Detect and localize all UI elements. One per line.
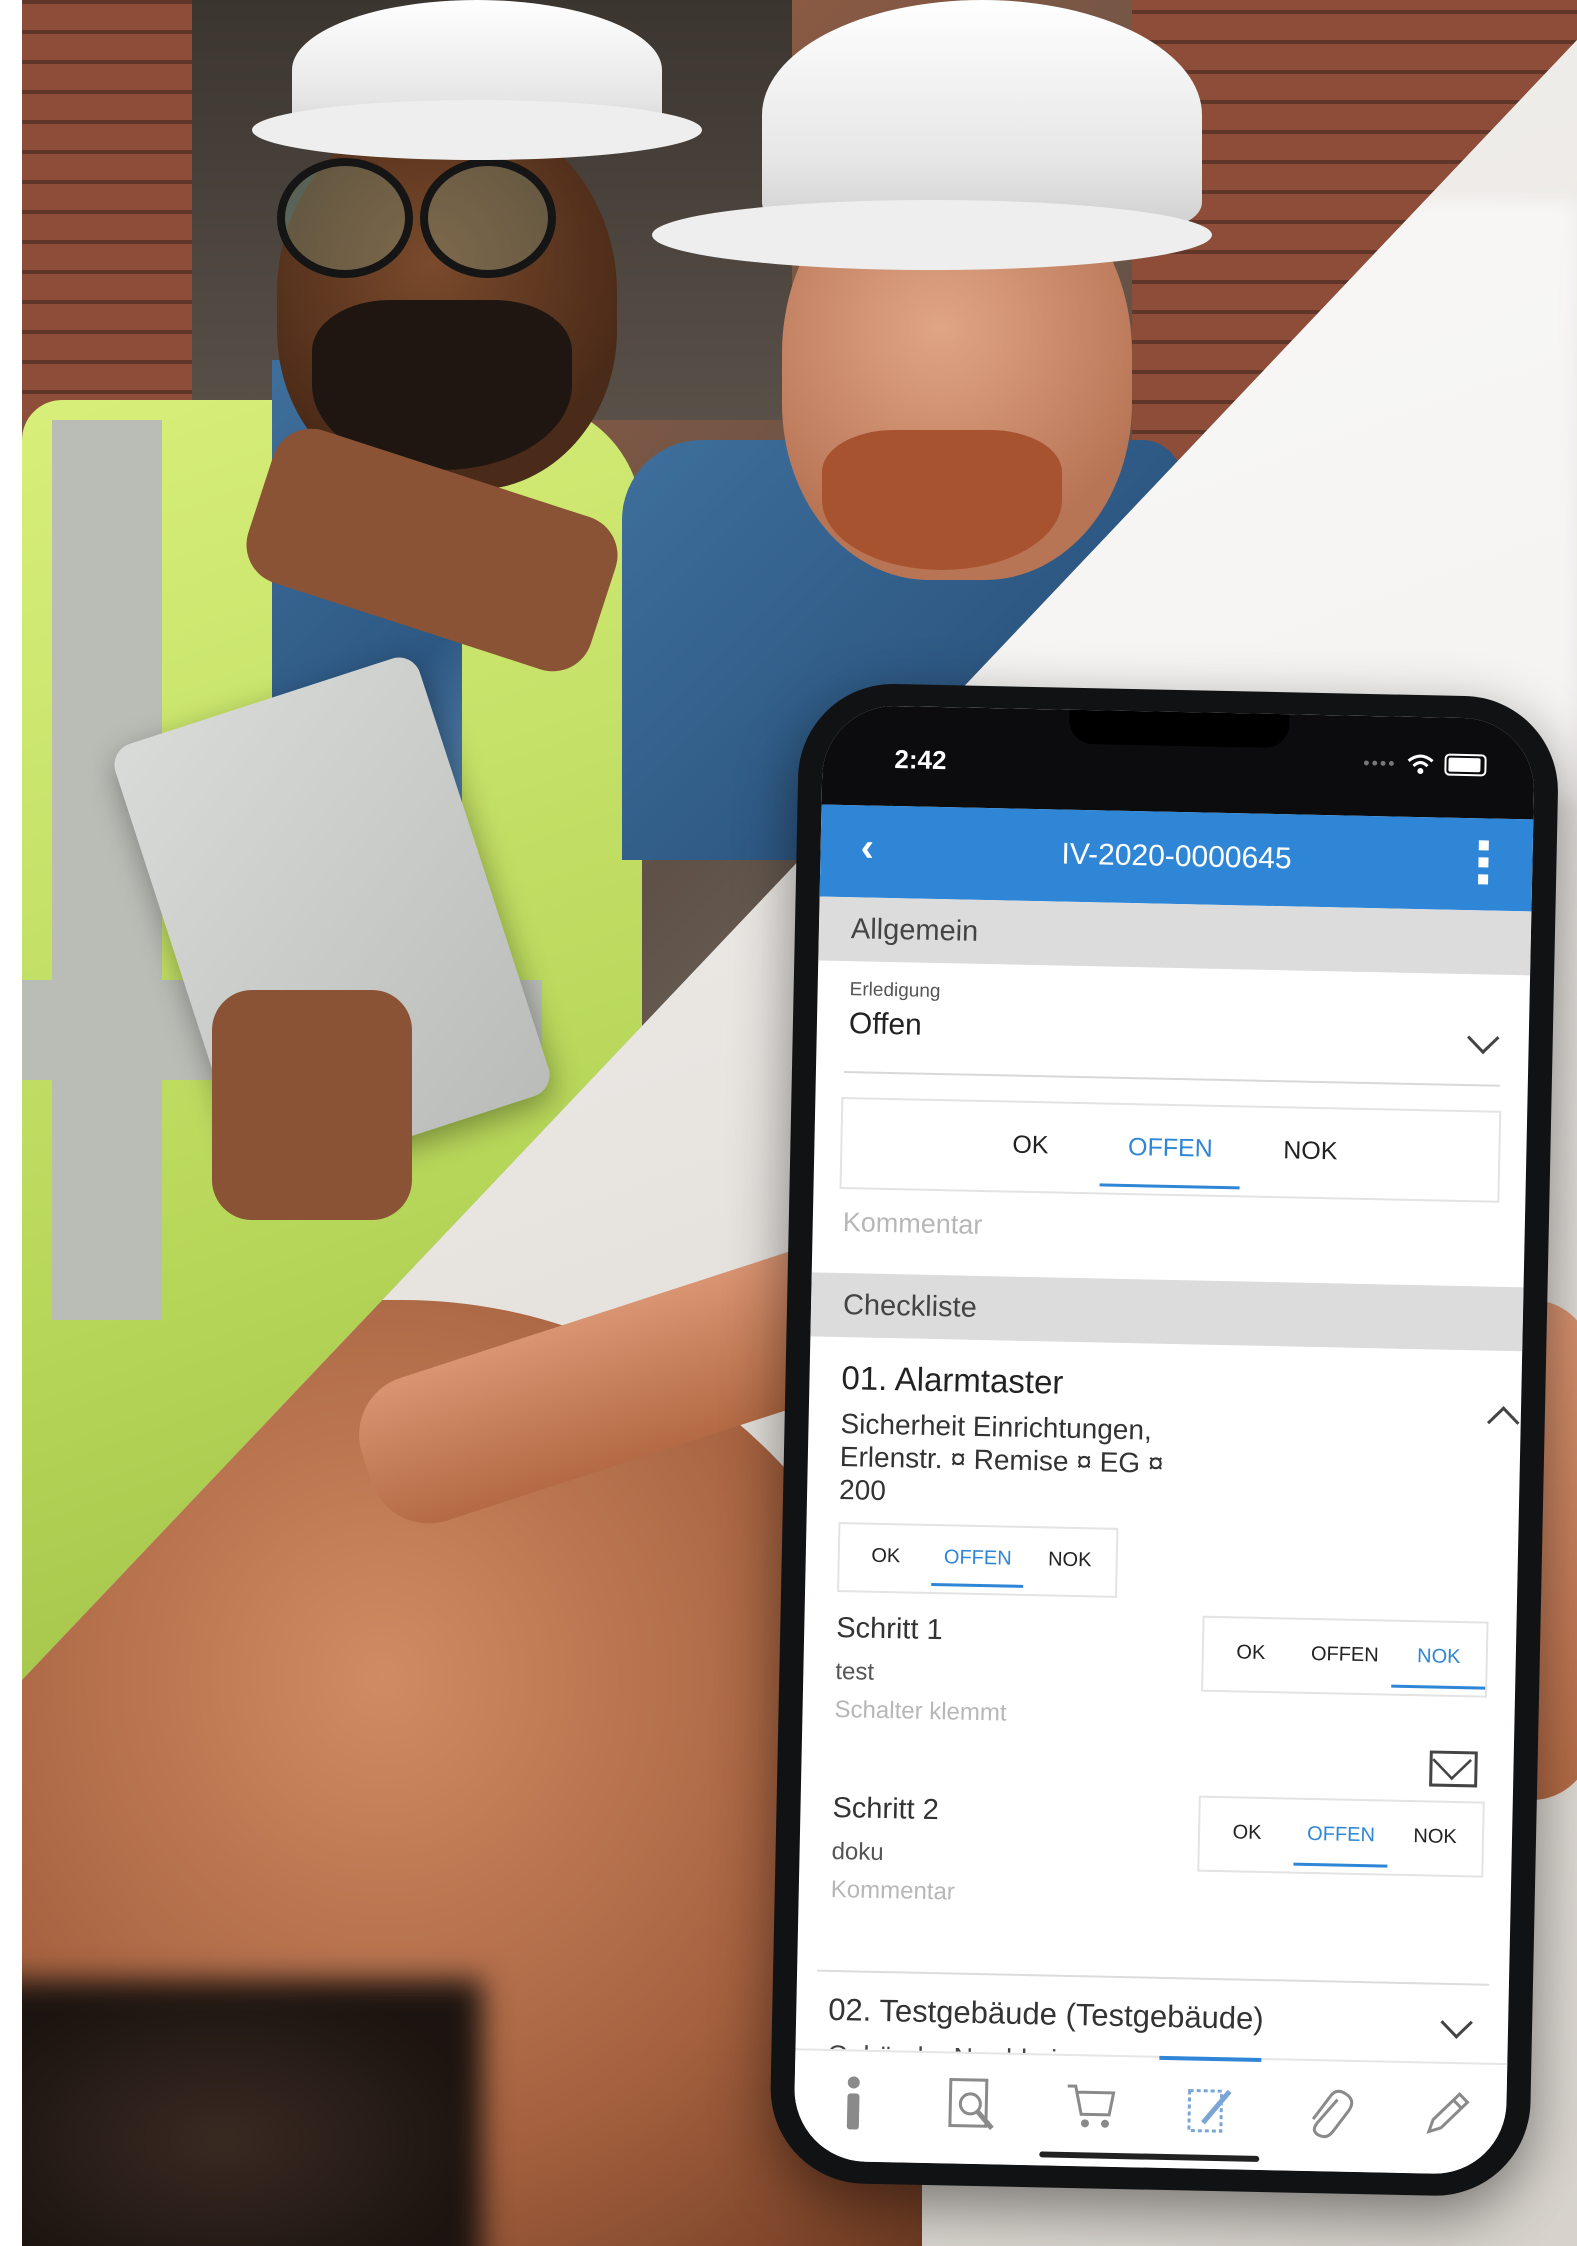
cart-icon[interactable]: [1059, 2080, 1122, 2143]
smartphone: 2:42 •••• ‹ IV-2020-0000645 Allgemein Er…: [768, 682, 1560, 2198]
segment-offen[interactable]: OFFEN: [931, 1526, 1024, 1594]
hand-holding-tablet: [212, 990, 412, 1220]
left-margin: [0, 0, 22, 2246]
hard-hat: [762, 0, 1202, 230]
item-segmented-control: OK OFFEN NOK: [837, 1522, 1119, 1598]
wifi-icon: [1407, 754, 1434, 775]
status-bar: 2:42 ••••: [821, 704, 1536, 820]
checklist-item[interactable]: 01. Alarmtaster Sicherheit Einrichtungen…: [805, 1336, 1522, 1606]
battery-icon: [1444, 753, 1487, 777]
comment-field[interactable]: Kommentar: [812, 1188, 1526, 1287]
step-description: doku: [831, 1837, 884, 1867]
step-comment[interactable]: Kommentar: [831, 1876, 956, 1907]
erledigung-value: Offen: [848, 1007, 923, 1042]
status-segmented-control: OK OFFEN NOK: [839, 1096, 1502, 1203]
checklist-edit-icon[interactable]: [1178, 2082, 1241, 2145]
segment-offen[interactable]: OFFEN: [1293, 1800, 1388, 1874]
step-comment[interactable]: Schalter klemmt: [834, 1696, 1007, 1728]
vest-reflective-strip: [52, 420, 162, 1320]
phone-screen: 2:42 •••• ‹ IV-2020-0000645 Allgemein Er…: [793, 704, 1536, 2176]
beard: [822, 430, 1062, 570]
blurred-foreground: [22, 1980, 482, 2246]
pencil-icon[interactable]: [1415, 2087, 1478, 2150]
chevron-up-icon[interactable]: [1486, 1406, 1520, 1439]
form-content: Allgemein Erledigung Offen OK OFFEN NOK …: [795, 896, 1532, 2065]
checklist-item-location: Sicherheit Einrichtungen, Erlenstr. ¤ Re…: [838, 1408, 1164, 1507]
mail-icon[interactable]: [1429, 1750, 1478, 1788]
chevron-down-icon: [1467, 1021, 1500, 1055]
record-title: IV-2020-0000645: [1061, 837, 1292, 876]
hard-hat-brim: [652, 200, 1212, 270]
checklist-item-title: 01. Alarmtaster: [841, 1359, 1064, 1401]
segment-ok[interactable]: OK: [959, 1102, 1101, 1193]
erledigung-select[interactable]: Erledigung Offen: [843, 961, 1503, 1087]
step-segmented-control: OK OFFEN NOK: [1201, 1615, 1489, 1698]
step-description: test: [835, 1658, 875, 1686]
brick-wall-left: [22, 0, 192, 420]
notch: [1068, 709, 1290, 749]
status-time: 2:42: [894, 744, 947, 776]
step-row: Schritt 2 doku Kommentar OK OFFEN NOK: [798, 1771, 1514, 1966]
segment-nok[interactable]: NOK: [1239, 1107, 1381, 1198]
step-segmented-control: OK OFFEN NOK: [1197, 1795, 1485, 1878]
erledigung-label: Erledigung: [849, 979, 941, 1003]
checklist-item-title: 02. Testgebäude (Testgebäude): [827, 1991, 1265, 2037]
segment-nok[interactable]: NOK: [1391, 1622, 1486, 1696]
segment-ok[interactable]: OK: [1199, 1798, 1294, 1872]
signal-icon: ••••: [1363, 752, 1397, 774]
segment-nok[interactable]: NOK: [1023, 1528, 1116, 1596]
segment-offen[interactable]: OFFEN: [1297, 1620, 1392, 1694]
status-icons: ••••: [1363, 752, 1487, 777]
step-row: Schritt 1 test Schalter klemmt OK OFFEN …: [801, 1591, 1517, 1788]
document-search-icon[interactable]: [941, 2077, 1004, 2140]
segment-ok[interactable]: OK: [839, 1524, 932, 1592]
scene: 2:42 •••• ‹ IV-2020-0000645 Allgemein Er…: [0, 0, 1577, 2246]
step-title: Schritt 2: [832, 1791, 940, 1827]
glasses-left: [277, 158, 413, 278]
info-icon[interactable]: [822, 2075, 885, 2138]
more-menu-icon[interactable]: [1477, 840, 1489, 885]
step-title: Schritt 1: [835, 1612, 943, 1647]
hard-hat-brim: [252, 100, 702, 160]
segment-ok[interactable]: OK: [1203, 1618, 1298, 1692]
paperclip-icon[interactable]: [1296, 2085, 1359, 2148]
segment-offen[interactable]: OFFEN: [1099, 1104, 1241, 1195]
segment-nok[interactable]: NOK: [1387, 1802, 1482, 1876]
glasses-right: [420, 158, 556, 278]
app-bar: ‹ IV-2020-0000645: [819, 804, 1534, 912]
